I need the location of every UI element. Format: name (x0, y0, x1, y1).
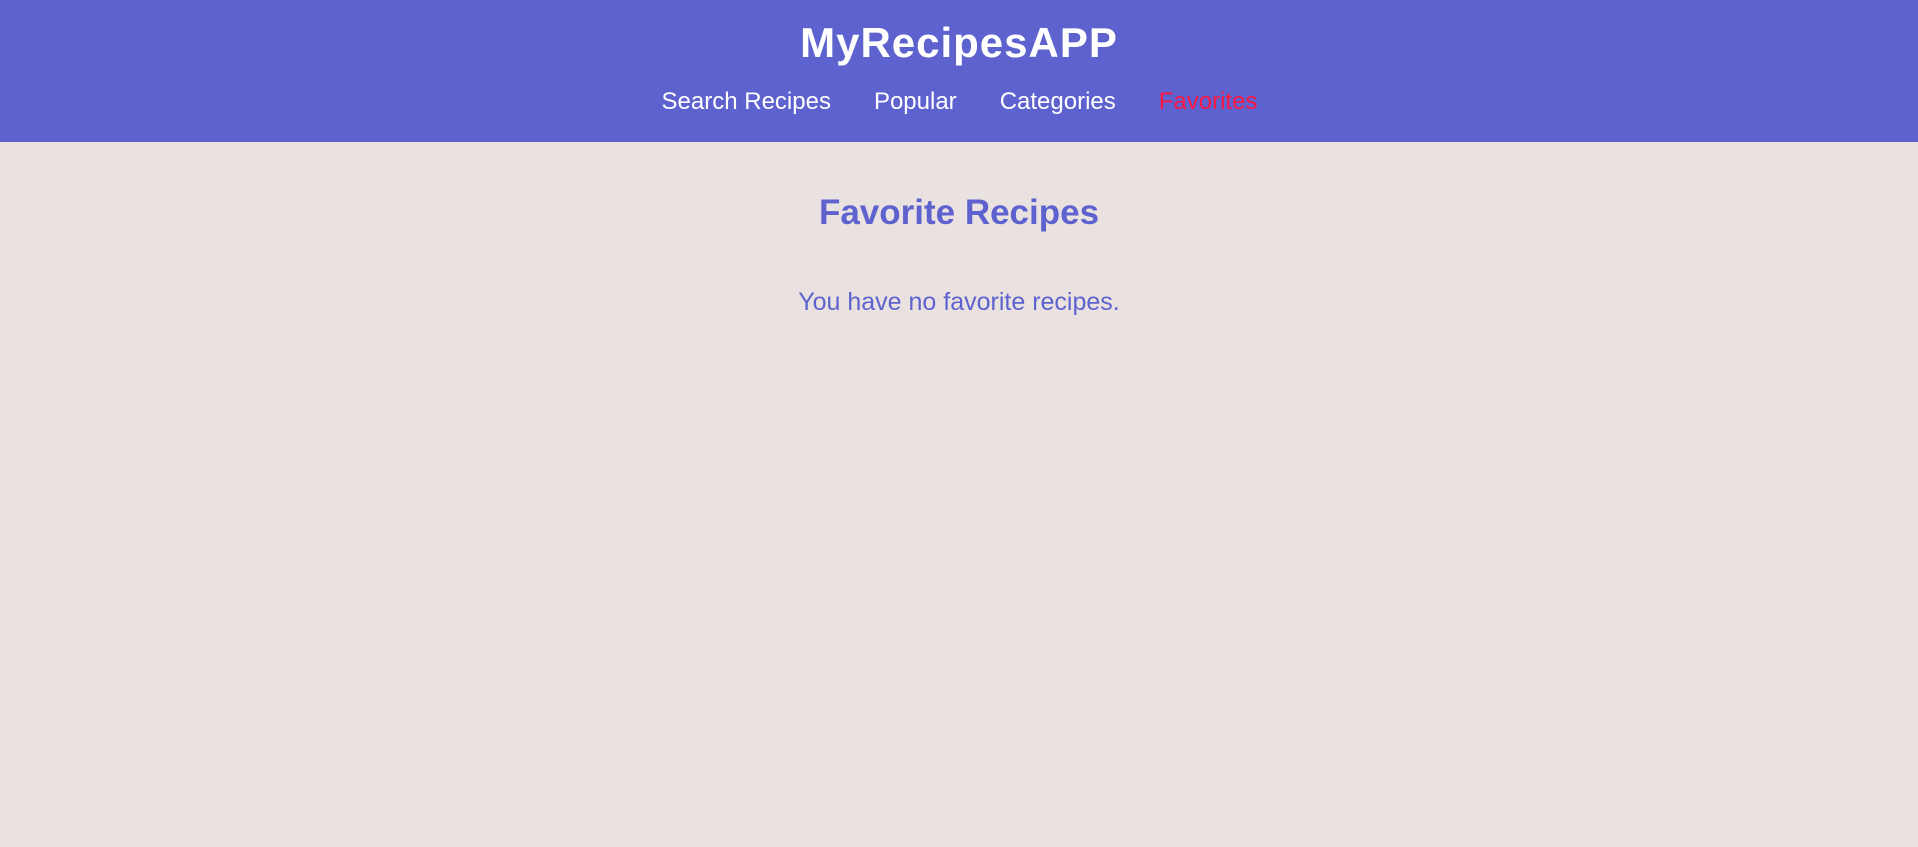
nav-link-categories[interactable]: Categories (1000, 88, 1116, 116)
nav-link-search-recipes[interactable]: Search Recipes (662, 88, 831, 116)
nav-link-popular[interactable]: Popular (874, 88, 957, 116)
main-nav: Search Recipes Popular Categories Favori… (0, 88, 1918, 116)
app-title: MyRecipesAPP (800, 19, 1118, 66)
empty-state-message: You have no favorite recipes. (798, 288, 1120, 316)
main-content: Favorite Recipes You have no favorite re… (0, 142, 1918, 317)
app-header: MyRecipesAPP Search Recipes Popular Cate… (0, 0, 1918, 142)
nav-link-favorites[interactable]: Favorites (1159, 88, 1258, 116)
page-title: Favorite Recipes (818, 193, 1100, 232)
